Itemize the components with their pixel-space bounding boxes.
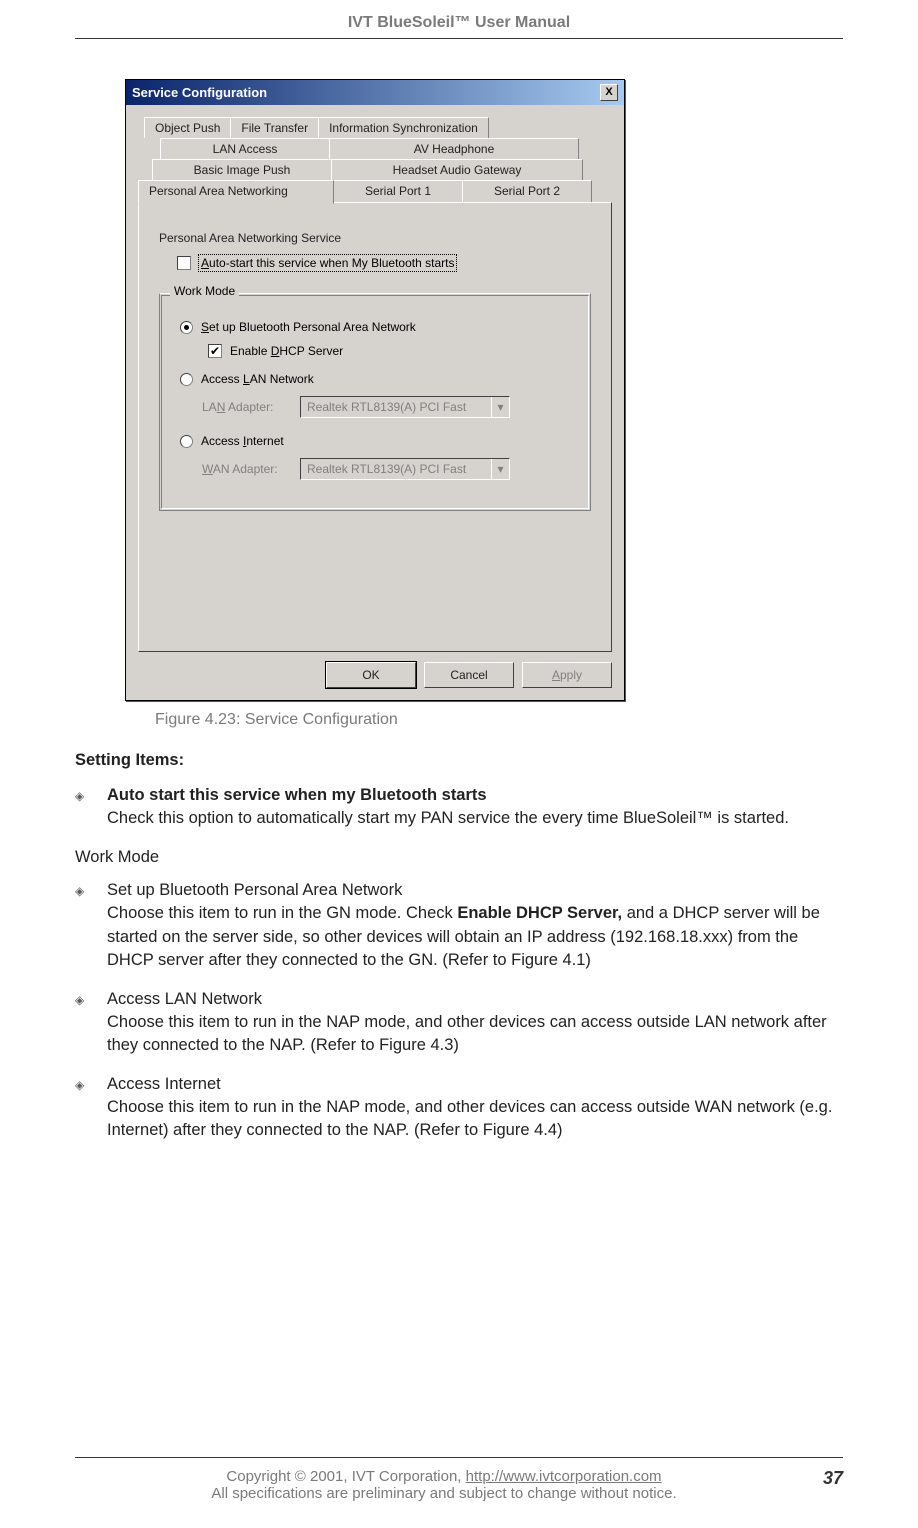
dialog-buttons: OK Cancel Apply xyxy=(138,662,612,688)
dialog-figure: Service Configuration X Object Push File… xyxy=(125,79,843,701)
footer-text: Copyright © 2001, IVT Corporation, http:… xyxy=(75,1468,813,1502)
radio-setup-pan-row: Set up Bluetooth Personal Area Network xyxy=(180,320,578,334)
dialog-title: Service Configuration xyxy=(132,85,267,100)
bullet-icon: ◈ xyxy=(75,784,107,830)
lan-adapter-value: Realtek RTL8139(A) PCI Fast xyxy=(307,400,466,414)
bullet-access-lan: ◈ Access LAN Network Choose this item to… xyxy=(75,988,843,1057)
bullet-title: Access Internet xyxy=(107,1075,221,1093)
page-number: 37 xyxy=(813,1468,843,1489)
tab-serial-2[interactable]: Serial Port 2 xyxy=(462,180,592,202)
enable-dhcp-checkbox[interactable]: ✔ xyxy=(208,344,222,358)
work-mode-heading: Work Mode xyxy=(75,846,843,869)
bullet-text: Choose this item to run in the NAP mode,… xyxy=(107,1013,827,1054)
radio-internet[interactable] xyxy=(180,435,193,448)
bullet-text-a: Choose this item to run in the GN mode. … xyxy=(107,904,457,922)
bullet-setup-pan: ◈ Set up Bluetooth Personal Area Network… xyxy=(75,879,843,971)
enable-dhcp-row: ✔ Enable DHCP Server xyxy=(208,344,578,358)
page-header: IVT BlueSoleil™ User Manual xyxy=(75,0,843,39)
apply-button: Apply xyxy=(522,662,612,688)
tab-row-3: Basic Image Push Headset Audio Gateway xyxy=(152,159,612,180)
bullet-access-internet: ◈ Access Internet Choose this item to ru… xyxy=(75,1073,843,1142)
radio-lan[interactable] xyxy=(180,373,193,386)
autostart-checkbox[interactable] xyxy=(177,256,191,270)
radio-setup-pan[interactable] xyxy=(180,321,193,334)
bullet-text: Choose this item to run in the NAP mode,… xyxy=(107,1098,832,1139)
tab-object-push[interactable]: Object Push xyxy=(144,117,231,138)
bullet-text: Check this option to automatically start… xyxy=(107,809,789,827)
section-label: Personal Area Networking Service xyxy=(159,231,595,245)
chevron-down-icon: ▾ xyxy=(491,397,509,417)
lan-adapter-select: Realtek RTL8139(A) PCI Fast ▾ xyxy=(300,396,510,418)
tab-row-4: Personal Area Networking Serial Port 1 S… xyxy=(138,180,612,202)
radio-setup-pan-label: Set up Bluetooth Personal Area Network xyxy=(201,320,416,334)
bullet-icon: ◈ xyxy=(75,879,107,971)
dialog-body: Object Push File Transfer Information Sy… xyxy=(126,105,624,700)
tab-row-2: LAN Access AV Headphone xyxy=(160,138,612,159)
wan-adapter-label: WAN Adapter: xyxy=(202,462,300,476)
bullet-bold: Enable DHCP Server, xyxy=(457,904,622,922)
bullet-title: Set up Bluetooth Personal Area Network xyxy=(107,881,402,899)
page-content: Service Configuration X Object Push File… xyxy=(0,39,918,1142)
radio-lan-row: Access LAN Network xyxy=(180,372,578,386)
radio-internet-row: Access Internet xyxy=(180,434,578,448)
wan-adapter-value: Realtek RTL8139(A) PCI Fast xyxy=(307,462,466,476)
tab-headset-gateway[interactable]: Headset Audio Gateway xyxy=(331,159,583,180)
tab-file-transfer[interactable]: File Transfer xyxy=(230,117,319,138)
tab-lan-access[interactable]: LAN Access xyxy=(160,138,330,159)
bullet-icon: ◈ xyxy=(75,988,107,1057)
group-legend: Work Mode xyxy=(170,284,239,298)
bullet-icon: ◈ xyxy=(75,1073,107,1142)
tab-basic-image-push[interactable]: Basic Image Push xyxy=(152,159,332,180)
lan-adapter-label: LAN Adapter: xyxy=(202,400,300,414)
tab-pan[interactable]: Personal Area Networking xyxy=(138,180,334,204)
radio-internet-label: Access Internet xyxy=(201,434,284,448)
ok-button[interactable]: OK xyxy=(326,662,416,688)
wan-adapter-select: Realtek RTL8139(A) PCI Fast ▾ xyxy=(300,458,510,480)
body-text: Setting Items: ◈ Auto start this service… xyxy=(75,749,843,1142)
close-icon[interactable]: X xyxy=(600,84,618,101)
page-footer: Copyright © 2001, IVT Corporation, http:… xyxy=(75,1457,843,1502)
tab-av-headphone[interactable]: AV Headphone xyxy=(329,138,579,159)
autostart-row: Auto-start this service when My Bluetoot… xyxy=(177,255,595,271)
tab-row-1: Object Push File Transfer Information Sy… xyxy=(144,117,612,138)
tab-panel: Personal Area Networking Service Auto-st… xyxy=(138,202,612,652)
figure-caption: Figure 4.23: Service Configuration xyxy=(155,711,843,729)
footer-link[interactable]: http://www.ivtcorporation.com xyxy=(466,1468,662,1485)
radio-lan-label: Access LAN Network xyxy=(201,372,314,386)
bullet-title: Auto start this service when my Bluetoot… xyxy=(107,786,487,804)
header-title: IVT BlueSoleil™ User Manual xyxy=(348,14,570,31)
dialog-titlebar: Service Configuration X xyxy=(126,80,624,105)
tab-serial-1[interactable]: Serial Port 1 xyxy=(333,180,463,202)
setting-items-heading: Setting Items: xyxy=(75,749,843,772)
bullet-autostart: ◈ Auto start this service when my Blueto… xyxy=(75,784,843,830)
tab-info-sync[interactable]: Information Synchronization xyxy=(318,117,489,138)
enable-dhcp-label: Enable DHCP Server xyxy=(230,344,343,358)
chevron-down-icon: ▾ xyxy=(491,459,509,479)
work-mode-group: Work Mode Set up Bluetooth Personal Area… xyxy=(159,293,591,511)
service-config-dialog: Service Configuration X Object Push File… xyxy=(125,79,625,701)
bullet-title: Access LAN Network xyxy=(107,990,262,1008)
lan-adapter-row: LAN Adapter: Realtek RTL8139(A) PCI Fast… xyxy=(202,396,578,418)
wan-adapter-row: WAN Adapter: Realtek RTL8139(A) PCI Fast… xyxy=(202,458,578,480)
cancel-button[interactable]: Cancel xyxy=(424,662,514,688)
autostart-label: Auto-start this service when My Bluetoot… xyxy=(199,255,456,271)
